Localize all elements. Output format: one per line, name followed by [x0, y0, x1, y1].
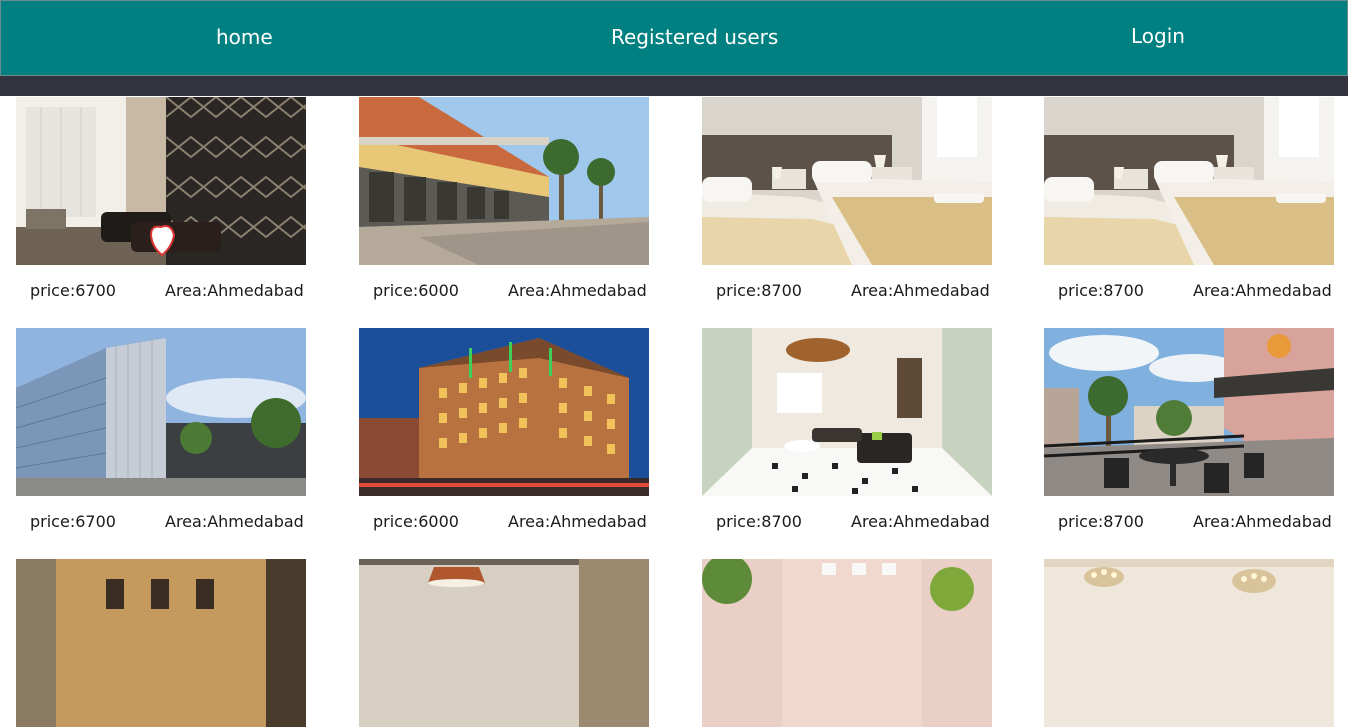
hotel-price: price:6700 [30, 512, 116, 531]
hotel-photo-terrace[interactable] [1044, 328, 1334, 496]
hotel-meta: price:6000 Area:Ahmedabad [359, 512, 649, 534]
hotel-price: price:8700 [716, 512, 802, 531]
hotel-photo-lounge[interactable] [702, 328, 992, 496]
hotel-meta: price:8700 Area:Ahmedabad [1044, 281, 1334, 303]
hotel-grid: price:6700 Area:Ahmedabad price:6000 Are… [0, 96, 1348, 727]
hotel-photo-building-night[interactable] [359, 328, 649, 496]
hotel-meta: price:8700 Area:Ahmedabad [702, 281, 992, 303]
hotel-photo-lobby[interactable] [16, 97, 306, 265]
hotel-area: Area:Ahmedabad [851, 281, 990, 300]
hotel-photo-glass-tower[interactable] [16, 328, 306, 496]
hotel-meta: price:8700 Area:Ahmedabad [702, 512, 992, 534]
hotel-area: Area:Ahmedabad [1193, 281, 1332, 300]
hotel-price: price:8700 [1058, 281, 1144, 300]
hotel-area: Area:Ahmedabad [851, 512, 990, 531]
hotel-area: Area:Ahmedabad [165, 281, 304, 300]
hotel-area: Area:Ahmedabad [508, 512, 647, 531]
hotel-price: price:8700 [1058, 512, 1144, 531]
hotel-photo-chandelier[interactable] [1044, 559, 1334, 727]
hotel-area: Area:Ahmedabad [1193, 512, 1332, 531]
hotel-photo-twin-bedroom[interactable] [1044, 97, 1334, 265]
nav-login-link[interactable]: Login [1131, 1, 1185, 75]
hotel-photo-promenade[interactable] [359, 97, 649, 265]
hotel-price: price:8700 [716, 281, 802, 300]
hotel-photo-room-lamp[interactable] [359, 559, 649, 727]
hotel-meta: price:6000 Area:Ahmedabad [359, 281, 649, 303]
hotel-photo-palazzo[interactable] [16, 559, 306, 727]
hotel-price: price:6000 [373, 281, 459, 300]
hotel-photo-twin-bedroom[interactable] [702, 97, 992, 265]
hotel-meta: price:8700 Area:Ahmedabad [1044, 512, 1334, 534]
hotel-meta: price:6700 Area:Ahmedabad [16, 512, 306, 534]
hotel-area: Area:Ahmedabad [508, 281, 647, 300]
hotel-price: price:6700 [30, 281, 116, 300]
nav-home-link[interactable]: home [216, 1, 273, 75]
nav-registered-users-link[interactable]: Registered users [611, 1, 778, 75]
hotel-area: Area:Ahmedabad [165, 512, 304, 531]
hotel-meta: price:6700 Area:Ahmedabad [16, 281, 306, 303]
top-navbar: home Registered users Login [0, 0, 1348, 76]
hotel-price: price:6000 [373, 512, 459, 531]
sub-header-bar [0, 76, 1348, 96]
hotel-photo-garden[interactable] [702, 559, 992, 727]
